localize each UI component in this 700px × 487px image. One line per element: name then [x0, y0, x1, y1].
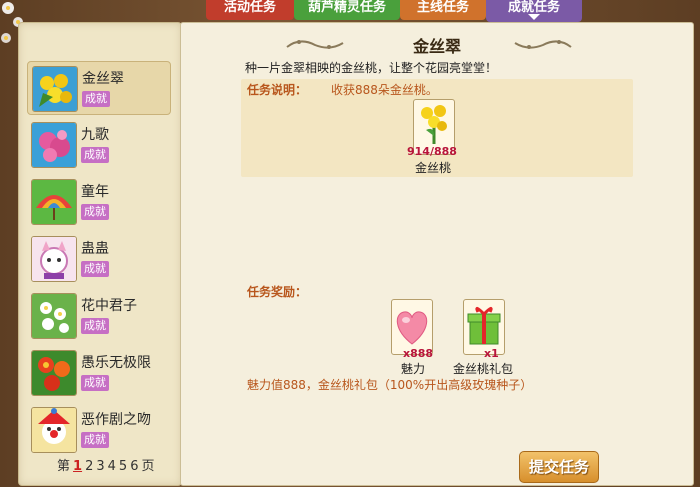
achievement-badge: 成就 [81, 261, 109, 277]
task-title: 金丝翠 [412, 37, 461, 56]
reward-name-charm: 魅力 [401, 362, 426, 376]
reward-label: 任务奖励： [247, 285, 308, 299]
achievement-badge: 成就 [82, 91, 110, 107]
page-link-1[interactable]: 1 [73, 459, 82, 474]
pager-prefix: 第 [57, 459, 71, 474]
chevron-down-icon [528, 14, 540, 20]
cat-doll-icon [31, 236, 77, 282]
task-name: 恶作剧之吻 [81, 412, 151, 428]
requirement-name: 金丝桃 [415, 161, 452, 175]
heart-icon [396, 311, 428, 345]
task-name: 蛊蛊 [81, 241, 109, 257]
task-name: 金丝翠 [82, 71, 124, 87]
task-name: 童年 [81, 184, 109, 200]
golden-flower-icon [32, 66, 78, 112]
task-detail-panel: 金丝翠 种一片金翠相映的金丝桃，让整个花园亮堂堂！ 任务说明： 收获888朵金丝… [180, 22, 694, 486]
clown-icon [31, 407, 77, 453]
task-text: 收获888朵金丝桃。 [331, 83, 438, 97]
task-item-ezuojuzhiwen[interactable]: 恶作剧之吻 成就 [27, 403, 169, 455]
pink-flower-icon [31, 122, 77, 168]
achievement-badge: 成就 [81, 204, 109, 220]
vine-ornament-icon [514, 40, 572, 49]
reward-count-charm: x888 [403, 347, 434, 360]
task-item-jinsicui[interactable]: 金丝翠 成就 [27, 61, 171, 115]
pager-suffix: 页 [141, 459, 155, 474]
requirement-count: 914/888 [407, 145, 457, 158]
task-item-yulewujixian[interactable]: 愚乐无极限 成就 [27, 346, 169, 398]
task-item-tongnian[interactable]: 童年 成就 [27, 175, 169, 227]
task-name: 九歌 [81, 127, 109, 143]
task-label: 任务说明： [247, 83, 308, 97]
page-link-4[interactable]: 4 [108, 459, 116, 474]
task-list-panel: 金丝翠 成就 九歌 成就 童年 成就 蛊蛊 成就 花中君子 成就 愚乐无极限 成… [18, 22, 182, 486]
page-link-2[interactable]: 2 [85, 459, 93, 474]
task-name: 愚乐无极限 [81, 355, 151, 371]
pagination: 第123456页 [57, 455, 157, 474]
red-flower-icon [31, 350, 77, 396]
task-description: 种一片金翠相映的金丝桃，让整个花园亮堂堂！ [245, 61, 498, 75]
submit-task-button[interactable]: 提交任务 [519, 451, 599, 483]
achievement-badge: 成就 [81, 432, 109, 448]
achievement-badge: 成就 [81, 147, 109, 163]
tab-gourd-spirit[interactable]: 葫芦精灵任务 [294, 0, 400, 20]
rainbow-umbrella-icon [31, 179, 77, 225]
reward-name-gift: 金丝桃礼包 [453, 362, 514, 376]
white-blossom-icon [31, 293, 77, 339]
achievement-badge: 成就 [81, 375, 109, 391]
task-item-gugu[interactable]: 蛊蛊 成就 [27, 232, 169, 284]
tab-activity[interactable]: 活动任务 [206, 0, 294, 20]
gift-box-icon [467, 307, 501, 345]
reward-count-gift: x1 [484, 347, 499, 360]
tab-main-quest[interactable]: 主线任务 [400, 0, 486, 20]
task-item-huazhongjunzi[interactable]: 花中君子 成就 [27, 289, 169, 341]
tab-achievement[interactable]: 成就任务 [486, 0, 582, 22]
reward-summary: 魅力值888，金丝桃礼包（100%开出高级玫瑰种子） [247, 378, 533, 392]
task-name: 花中君子 [81, 298, 137, 314]
page-link-3[interactable]: 3 [96, 459, 104, 474]
page-link-6[interactable]: 6 [130, 459, 138, 474]
tab-achievement-label: 成就任务 [507, 0, 560, 15]
page-link-5[interactable]: 5 [119, 459, 127, 474]
achievement-badge: 成就 [81, 318, 109, 334]
task-item-jiuge[interactable]: 九歌 成就 [27, 118, 169, 170]
